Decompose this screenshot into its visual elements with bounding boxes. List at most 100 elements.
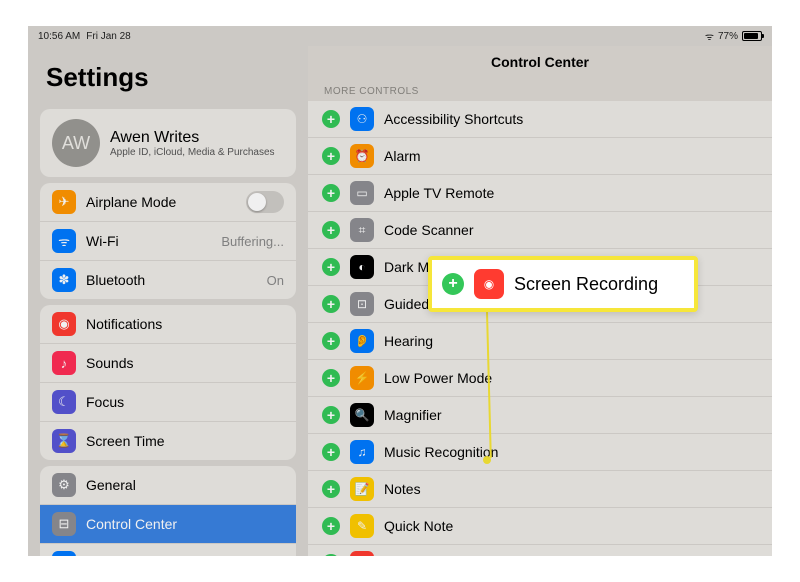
add-button[interactable]: + (322, 517, 340, 535)
profile-sub: Apple ID, iCloud, Media & Purchases (110, 147, 275, 158)
sidebar-item-display-brightness[interactable]: AADisplay & Brightness (40, 543, 296, 556)
control-label: Low Power Mode (384, 370, 758, 386)
sidebar-item-wi-fi[interactable]: ᯤ Wi-Fi Buffering... (40, 221, 296, 260)
row-icon: ᯤ (52, 229, 76, 253)
control-item-low-power-mode[interactable]: + ⚡ Low Power Mode (308, 360, 772, 397)
row-icon: ✽ (52, 268, 76, 292)
avatar: AW (52, 119, 100, 167)
row-label: Focus (86, 394, 284, 410)
row-label: Airplane Mode (86, 194, 236, 210)
main-title: Control Center (308, 46, 772, 78)
row-label: Screen Time (86, 433, 284, 449)
control-item-accessibility-shortcuts[interactable]: + ⚇ Accessibility Shortcuts (308, 101, 772, 138)
control-label: Magnifier (384, 407, 758, 423)
add-button[interactable]: + (322, 332, 340, 350)
sidebar-item-airplane-mode[interactable]: ✈ Airplane Mode (40, 183, 296, 221)
add-button[interactable]: + (322, 110, 340, 128)
row-icon: ✈ (52, 190, 76, 214)
control-label: Hearing (384, 333, 758, 349)
control-item-screen-recording[interactable]: + ◉ Screen Recording (308, 545, 772, 556)
row-icon: ☾ (52, 390, 76, 414)
row-icon: ◉ (52, 312, 76, 336)
profile-name: Awen Writes (110, 129, 275, 147)
control-label: Alarm (384, 148, 758, 164)
profile-card[interactable]: AW Awen Writes Apple ID, iCloud, Media &… (40, 109, 296, 177)
control-item-music-recognition[interactable]: + ♫ Music Recognition (308, 434, 772, 471)
add-button[interactable]: + (322, 480, 340, 498)
control-label: Quick Note (384, 518, 758, 534)
control-icon: ♫ (350, 440, 374, 464)
toggle[interactable] (246, 191, 284, 213)
screen-recording-icon: ◉ (474, 269, 504, 299)
settings-sidebar: Settings AW Awen Writes Apple ID, iCloud… (28, 46, 308, 556)
sidebar-item-general[interactable]: ⚙ General (40, 466, 296, 504)
add-button[interactable]: + (322, 295, 340, 313)
control-item-magnifier[interactable]: + 🔍 Magnifier (308, 397, 772, 434)
control-icon: 📝 (350, 477, 374, 501)
sidebar-item-control-center[interactable]: ⊟ Control Center (40, 504, 296, 543)
sidebar-item-notifications[interactable]: ◉Notifications (40, 305, 296, 343)
battery-percent: 77% (718, 31, 738, 42)
status-date: Fri Jan 28 (86, 31, 130, 42)
control-label: Notes (384, 481, 758, 497)
row-icon: ⌛ (52, 429, 76, 453)
control-icon: 🔍 (350, 403, 374, 427)
add-button[interactable]: + (322, 443, 340, 461)
control-item-code-scanner[interactable]: + ⌗ Code Scanner (308, 212, 772, 249)
add-button[interactable]: + (322, 369, 340, 387)
sidebar-title: Settings (28, 46, 308, 103)
sidebar-item-focus[interactable]: ☾ Focus (40, 382, 296, 421)
control-icon: ▭ (350, 181, 374, 205)
row-label: Wi-Fi (86, 233, 211, 249)
control-item-quick-note[interactable]: + ✎ Quick Note (308, 508, 772, 545)
control-icon: ⚡ (350, 366, 374, 390)
add-button[interactable]: + (322, 258, 340, 276)
control-item-alarm[interactable]: + ⏰ Alarm (308, 138, 772, 175)
control-icon: ⏰ (350, 144, 374, 168)
control-icon: ◉ (350, 551, 374, 556)
row-icon: ⚙ (52, 473, 76, 497)
control-item-notes[interactable]: + 📝 Notes (308, 471, 772, 508)
add-button[interactable]: + (322, 406, 340, 424)
control-label: Screen Recording (384, 555, 758, 556)
control-icon: ✎ (350, 514, 374, 538)
callout-screen-recording: + ◉ Screen Recording (428, 256, 698, 312)
row-icon: ♪ (52, 351, 76, 375)
row-icon: AA (52, 551, 76, 556)
control-icon: ◐ (350, 255, 374, 279)
row-label: Bluetooth (86, 272, 257, 288)
row-value: On (267, 273, 284, 288)
callout-dot (483, 456, 491, 464)
control-icon: ⊡ (350, 292, 374, 316)
control-label: Music Recognition (384, 444, 758, 460)
row-label: Sounds (86, 355, 284, 371)
control-item-hearing[interactable]: + 👂 Hearing (308, 323, 772, 360)
control-label: Accessibility Shortcuts (384, 111, 758, 127)
sidebar-group-connectivity: ✈ Airplane Mode ᯤ Wi-Fi Buffering... ✽ Bluetoo… (40, 183, 296, 299)
battery-icon (742, 31, 762, 41)
add-button[interactable]: + (322, 554, 340, 556)
control-label: Apple TV Remote (384, 185, 758, 201)
control-icon: ⌗ (350, 218, 374, 242)
row-label: Control Center (86, 516, 284, 532)
row-label: General (86, 477, 284, 493)
callout-label: Screen Recording (514, 274, 658, 295)
add-button[interactable]: + (322, 147, 340, 165)
sidebar-item-screen-time[interactable]: ⌛ Screen Time (40, 421, 296, 460)
sidebar-item-bluetooth[interactable]: ✽ Bluetooth On (40, 260, 296, 299)
add-icon: + (442, 273, 464, 295)
add-button[interactable]: + (322, 184, 340, 202)
add-button[interactable]: + (322, 221, 340, 239)
row-icon: ⊟ (52, 512, 76, 536)
control-item-apple-tv-remote[interactable]: + ▭ Apple TV Remote (308, 175, 772, 212)
status-bar: 10:56 AM Fri Jan 28 ᯤ 77% (28, 26, 772, 46)
sidebar-group-notifications: ◉Notifications ♪ Sounds ☾ Focus ⌛ Screen Time (40, 305, 296, 460)
sidebar-group-general: ⚙ General ⊟ Control Center AADisplay & Brigh… (40, 466, 296, 556)
section-header: MORE CONTROLS (308, 78, 772, 101)
status-time: 10:56 AM (38, 31, 80, 42)
control-icon: 👂 (350, 329, 374, 353)
sidebar-item-sounds[interactable]: ♪ Sounds (40, 343, 296, 382)
control-icon: ⚇ (350, 107, 374, 131)
row-value: Buffering... (221, 234, 284, 249)
control-label: Code Scanner (384, 222, 758, 238)
